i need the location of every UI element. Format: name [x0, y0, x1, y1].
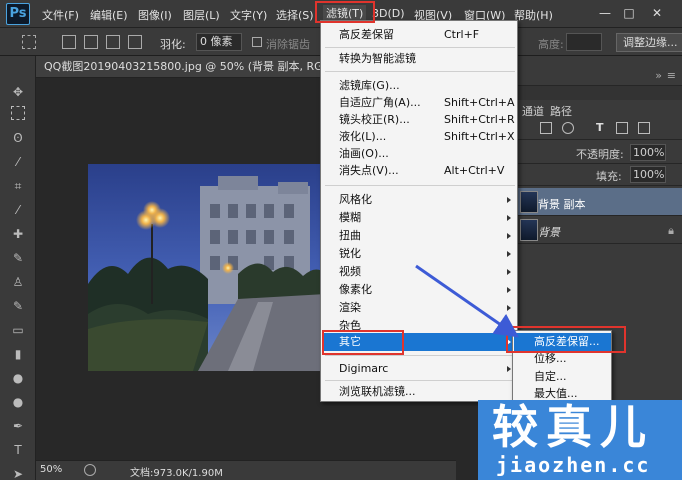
- watermark: 较真儿 jiaozhen.cc: [478, 400, 682, 480]
- watermark-url: jiaozhen.cc: [496, 453, 651, 477]
- arrow-line: [415, 264, 519, 338]
- watermark-title: 较真儿: [492, 400, 654, 454]
